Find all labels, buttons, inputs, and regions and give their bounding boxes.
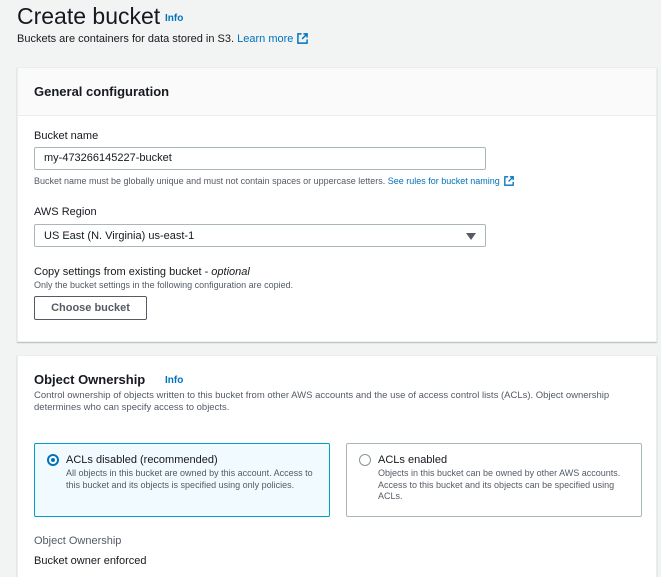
acls-disabled-option[interactable]: ACLs disabled (recommended) All objects … [34, 443, 330, 517]
acls-enabled-label: ACLs enabled [378, 454, 448, 466]
acls-disabled-description: All objects in this bucket are owned by … [66, 468, 313, 490]
object-ownership-field-value: Bucket owner enforced [34, 555, 147, 567]
acls-enabled-option[interactable]: ACLs enabled Objects in this bucket can … [346, 443, 642, 517]
bucket-naming-rules-link[interactable]: See rules for bucket naming [388, 176, 514, 186]
external-link-icon [503, 176, 514, 186]
general-configuration-panel: General configuration Bucket name my-473… [17, 67, 657, 342]
radio-unchecked-icon[interactable] [359, 454, 371, 466]
bucket-name-hint: Bucket name must be globally unique and … [34, 176, 514, 186]
bucket-name-input[interactable]: my-473266145227-bucket [34, 147, 486, 170]
caret-down-icon [466, 233, 476, 240]
object-ownership-info-link[interactable]: Info [165, 375, 183, 386]
object-ownership-panel: Object Ownership Info Control ownership … [17, 355, 657, 577]
general-configuration-title: General configuration [34, 84, 170, 99]
external-link-icon [297, 33, 309, 44]
radio-checked-icon[interactable] [47, 454, 59, 466]
page-description-text: Buckets are containers for data stored i… [17, 33, 235, 45]
copy-settings-label: Copy settings from existing bucket - opt… [34, 266, 250, 278]
acls-enabled-description: Objects in this bucket can be owned by o… [378, 468, 621, 501]
aws-region-label: AWS Region [34, 206, 97, 218]
general-configuration-header: General configuration [18, 68, 656, 116]
title-info-link[interactable]: Info [165, 13, 183, 24]
object-ownership-field-label: Object Ownership [34, 535, 122, 547]
aws-region-select[interactable]: US East (N. Virginia) us-east-1 [34, 224, 486, 247]
aws-region-value: US East (N. Virginia) us-east-1 [44, 230, 195, 242]
object-ownership-title: Object Ownership [34, 372, 146, 387]
object-ownership-description: Control ownership of objects written to … [34, 390, 610, 413]
optional-label: optional [211, 266, 250, 278]
copy-settings-hint: Only the bucket settings in the followin… [34, 280, 294, 290]
choose-bucket-button[interactable]: Choose bucket [34, 296, 147, 320]
page-description: Buckets are containers for data stored i… [17, 33, 309, 45]
learn-more-link[interactable]: Learn more [237, 33, 309, 45]
bucket-name-label: Bucket name [34, 130, 99, 142]
page-title: Create bucket [17, 3, 161, 29]
acls-disabled-label: ACLs disabled (recommended) [66, 454, 218, 466]
